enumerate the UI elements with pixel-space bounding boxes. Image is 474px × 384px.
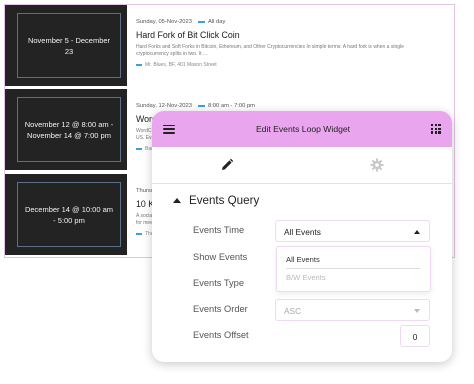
events-order-value: ASC xyxy=(284,306,302,316)
field-events-offset: Events Offset 0 xyxy=(152,325,452,347)
location-icon xyxy=(136,148,142,150)
event-thumbnail[interactable]: November 5 - December 23 xyxy=(5,5,127,86)
event-meta-time: All day xyxy=(207,19,226,25)
event-date-range: November 12 @ 8:00 am - November 14 @ 7:… xyxy=(24,119,114,140)
events-order-label: Events Order xyxy=(193,304,248,314)
events-offset-input[interactable]: 0 xyxy=(400,325,430,347)
clock-icon xyxy=(197,21,205,23)
events-time-value: All Events xyxy=(284,227,321,237)
event-date-range: December 14 @ 10:00 am - 5:00 pm xyxy=(24,204,114,225)
event-meta: Sunday, 12-Nov-2023 8:00 am - 7:00 pm xyxy=(136,103,436,109)
apps-grid-icon[interactable] xyxy=(430,124,441,134)
event-info: Sunday, 05-Nov-2023 All day Hard Fork of… xyxy=(136,19,436,68)
events-offset-label: Events Offset xyxy=(193,330,249,340)
section-events-query[interactable]: Events Query xyxy=(152,185,452,215)
event-thumbnail[interactable]: November 12 @ 8:00 am - November 14 @ 7:… xyxy=(5,89,127,170)
event-date-frame: November 12 @ 8:00 am - November 14 @ 7:… xyxy=(17,97,121,162)
event-meta-date: Sunday, 05-Nov-2023 xyxy=(136,19,192,25)
event-date-frame: December 14 @ 10:00 am - 5:00 pm xyxy=(17,182,121,247)
event-date-range: November 5 - December 23 xyxy=(27,35,111,56)
caret-up-icon xyxy=(173,197,181,203)
event-location: Mr. Blues, BF, 401 Mason Street xyxy=(136,62,436,68)
gear-icon xyxy=(370,158,384,172)
events-order-select[interactable]: ASC xyxy=(275,299,430,321)
clock-icon xyxy=(197,105,205,107)
section-title: Events Query xyxy=(189,193,260,207)
events-time-dropdown: All Events B/W Events xyxy=(276,246,431,292)
field-events-time: Events Time All Events xyxy=(152,220,452,242)
event-date-frame: November 5 - December 23 xyxy=(17,13,121,78)
event-description: Hard Forks and Soft Forks in Bitcoin, Et… xyxy=(136,44,404,57)
hamburger-menu-icon[interactable] xyxy=(163,124,175,134)
edit-widget-panel: Edit Events Loop Widget Events Query Eve… xyxy=(152,111,452,362)
tab-content[interactable] xyxy=(152,147,302,184)
event-meta: Sunday, 05-Nov-2023 All day xyxy=(136,19,436,25)
event-thumbnail[interactable]: December 14 @ 10:00 am - 5:00 pm xyxy=(5,174,127,255)
location-icon xyxy=(136,64,142,66)
events-type-label: Events Type xyxy=(193,278,244,288)
dropdown-option-bw-events[interactable]: B/W Events xyxy=(286,273,326,282)
show-events-label: Show Events xyxy=(193,252,248,262)
screen: November 5 - December 23 Sunday, 05-Nov-… xyxy=(0,0,474,384)
field-events-order: Events Order ASC xyxy=(152,299,452,321)
panel-title: Edit Events Loop Widget xyxy=(255,124,351,134)
event-meta-time: 8:00 am - 7:00 pm xyxy=(207,103,256,109)
event-title[interactable]: Hard Fork of Bit Click Coin xyxy=(136,30,436,40)
dropdown-divider xyxy=(286,268,420,269)
caret-down-icon xyxy=(414,309,420,313)
event-location-text: Mr. Blues, BF, 401 Mason Street xyxy=(145,62,217,68)
pencil-icon xyxy=(222,158,234,170)
event-meta-date: Sunday, 12-Nov-2023 xyxy=(136,103,192,109)
events-time-select[interactable]: All Events xyxy=(275,220,430,242)
tab-style[interactable] xyxy=(302,147,452,183)
panel-tabs xyxy=(152,147,452,184)
panel-header: Edit Events Loop Widget xyxy=(152,111,452,147)
events-time-label: Events Time xyxy=(193,225,245,235)
caret-up-icon xyxy=(414,230,420,234)
dropdown-option-all-events[interactable]: All Events xyxy=(286,255,320,264)
location-icon xyxy=(136,233,142,235)
